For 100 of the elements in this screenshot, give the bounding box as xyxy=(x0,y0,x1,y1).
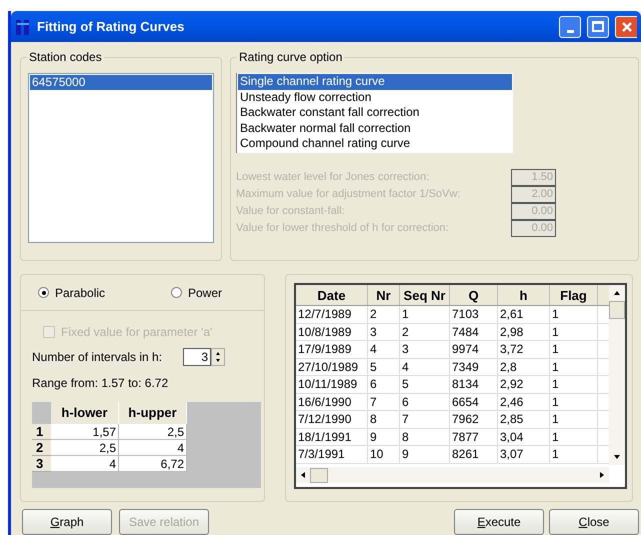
table-cell: 5 xyxy=(368,358,400,375)
radio-button[interactable] xyxy=(38,287,49,298)
table-cell: 17/9/1989 xyxy=(296,341,368,358)
grid-cell[interactable]: 2,5 xyxy=(119,424,187,440)
column-header[interactable]: Date xyxy=(296,285,368,305)
table-cell: 5 xyxy=(400,376,450,392)
table-cell: 3 xyxy=(400,341,450,358)
table-cell: 2,92 xyxy=(498,376,550,392)
parameter-label: Value for constant-fall: xyxy=(236,204,345,219)
parameter-label: Lowest water level for Jones correction: xyxy=(236,170,430,185)
table-cell: 1 xyxy=(550,411,598,428)
dialog-button[interactable]: Execute xyxy=(454,509,544,535)
table-cell: 1 xyxy=(400,306,450,322)
table-cell: 7484 xyxy=(450,324,498,340)
close-button[interactable] xyxy=(615,16,637,38)
table-cell: 7 xyxy=(368,394,400,410)
close-icon xyxy=(620,20,632,32)
table-cell: 12/7/1989 xyxy=(296,306,368,322)
grid-cell[interactable]: 2,5 xyxy=(51,440,119,456)
table-cell: 2,61 xyxy=(498,306,550,322)
table-cell: 6654 xyxy=(450,394,498,410)
option-list[interactable]: Single channel rating curve Unsteady flow correction Backwater constant fall correction Backwater normal fall correction Compound channel rating curve xyxy=(236,73,513,152)
group-label: Rating curve option xyxy=(237,50,344,64)
column-header[interactable]: Nr xyxy=(368,285,400,305)
table-cell: 2,8 xyxy=(498,358,550,375)
table-cell: 7103 xyxy=(450,306,498,322)
table-cell: 1 xyxy=(550,324,598,340)
column-header[interactable]: h xyxy=(498,285,550,305)
table-cell: 7962 xyxy=(450,411,498,428)
table-cell: 8 xyxy=(368,411,400,428)
table-cell: 2 xyxy=(368,306,400,322)
table-cell: 2,85 xyxy=(498,411,550,428)
table-cell: 2,46 xyxy=(498,394,550,410)
table-cell: 1 xyxy=(550,376,598,392)
table-cell: 10 xyxy=(368,446,400,462)
column-header[interactable]: Flag xyxy=(550,285,598,305)
grid-cell[interactable]: 1,57 xyxy=(51,424,119,440)
table-cell: 3 xyxy=(368,324,400,340)
station-list[interactable]: 64575000 xyxy=(28,73,214,243)
table-cell: 3,72 xyxy=(498,341,550,358)
option-item[interactable]: Backwater normal fall correction xyxy=(238,120,512,136)
vertical-scrollbar[interactable] xyxy=(609,285,625,465)
table-cell: 3,04 xyxy=(498,428,550,445)
table-cell: 10/11/1989 xyxy=(296,376,368,392)
option-item[interactable]: Single channel rating curve xyxy=(238,74,512,90)
table-cell: 8134 xyxy=(450,376,498,392)
table-cell: 7/12/1990 xyxy=(296,411,368,428)
option-item[interactable]: Compound channel rating curve xyxy=(238,136,512,152)
column-header[interactable]: Seq Nr xyxy=(400,285,450,305)
table-cell: 1 xyxy=(550,341,598,358)
group-label: Station codes xyxy=(27,50,104,64)
parameter-label: Maximum value for adjustment factor 1/SoVw: xyxy=(236,186,460,202)
option-item[interactable]: Backwater constant fall correction xyxy=(238,105,512,120)
row-number: 1 xyxy=(32,424,51,440)
table-cell: 6 xyxy=(400,394,450,410)
minimize-icon xyxy=(566,30,574,32)
option-item[interactable]: Unsteady flow correction xyxy=(238,90,512,105)
grid-header: h-lower xyxy=(51,402,119,424)
table-cell: 3,07 xyxy=(498,446,550,462)
table-cell: 10/8/1989 xyxy=(296,324,368,340)
app-icon xyxy=(15,18,31,36)
table-cell: 7877 xyxy=(450,428,498,445)
table-cell: 8 xyxy=(400,428,450,445)
radio-option[interactable]: Power xyxy=(171,284,222,302)
table-cell: 2,98 xyxy=(498,324,550,340)
parameter-label: Value for lower threshold of h for correction: xyxy=(236,220,449,236)
row-number: 3 xyxy=(32,456,51,472)
maximize-button[interactable] xyxy=(587,16,609,38)
grid-cell[interactable]: 6,72 xyxy=(119,456,187,472)
column-header[interactable]: Q xyxy=(450,285,498,305)
table-cell: 1 xyxy=(550,428,598,445)
table-cell: 7 xyxy=(400,411,450,428)
window-title: Fitting of Rating Curves xyxy=(37,18,186,36)
radio-button[interactable] xyxy=(171,287,182,298)
dialog-button[interactable]: Graph xyxy=(22,509,112,535)
range-text: Range from: 1.57 to: 6.72 xyxy=(32,375,170,392)
table-cell: 1 xyxy=(550,358,598,375)
table-cell: 4 xyxy=(400,358,450,375)
table-cell: 9974 xyxy=(450,341,498,358)
grid-cell[interactable]: 4 xyxy=(51,456,119,472)
grid-cell[interactable]: 4 xyxy=(119,440,187,456)
row-number: 2 xyxy=(32,440,51,456)
table-cell: 27/10/1989 xyxy=(296,358,368,375)
table-cell: 8261 xyxy=(450,446,498,462)
scroll-thumb[interactable] xyxy=(609,301,625,319)
table-cell: 7/3/1991 xyxy=(296,446,368,462)
minimize-button[interactable] xyxy=(559,16,581,38)
grid-header: h-upper xyxy=(119,402,187,424)
radio-option[interactable]: Parabolic xyxy=(38,284,171,302)
maximize-icon xyxy=(592,21,604,32)
dialog-button[interactable]: Close xyxy=(549,509,639,535)
table-cell: 1 xyxy=(550,306,598,322)
horizontal-scrollbar[interactable] xyxy=(296,467,609,483)
station-item[interactable]: 64575000 xyxy=(30,75,212,90)
table-cell: 4 xyxy=(368,341,400,358)
table-cell: 7349 xyxy=(450,358,498,375)
intervals-label: Number of intervals in h: xyxy=(32,349,164,366)
scroll-thumb[interactable] xyxy=(310,468,328,482)
table-cell: 2 xyxy=(400,324,450,340)
table-cell: 9 xyxy=(368,428,400,445)
